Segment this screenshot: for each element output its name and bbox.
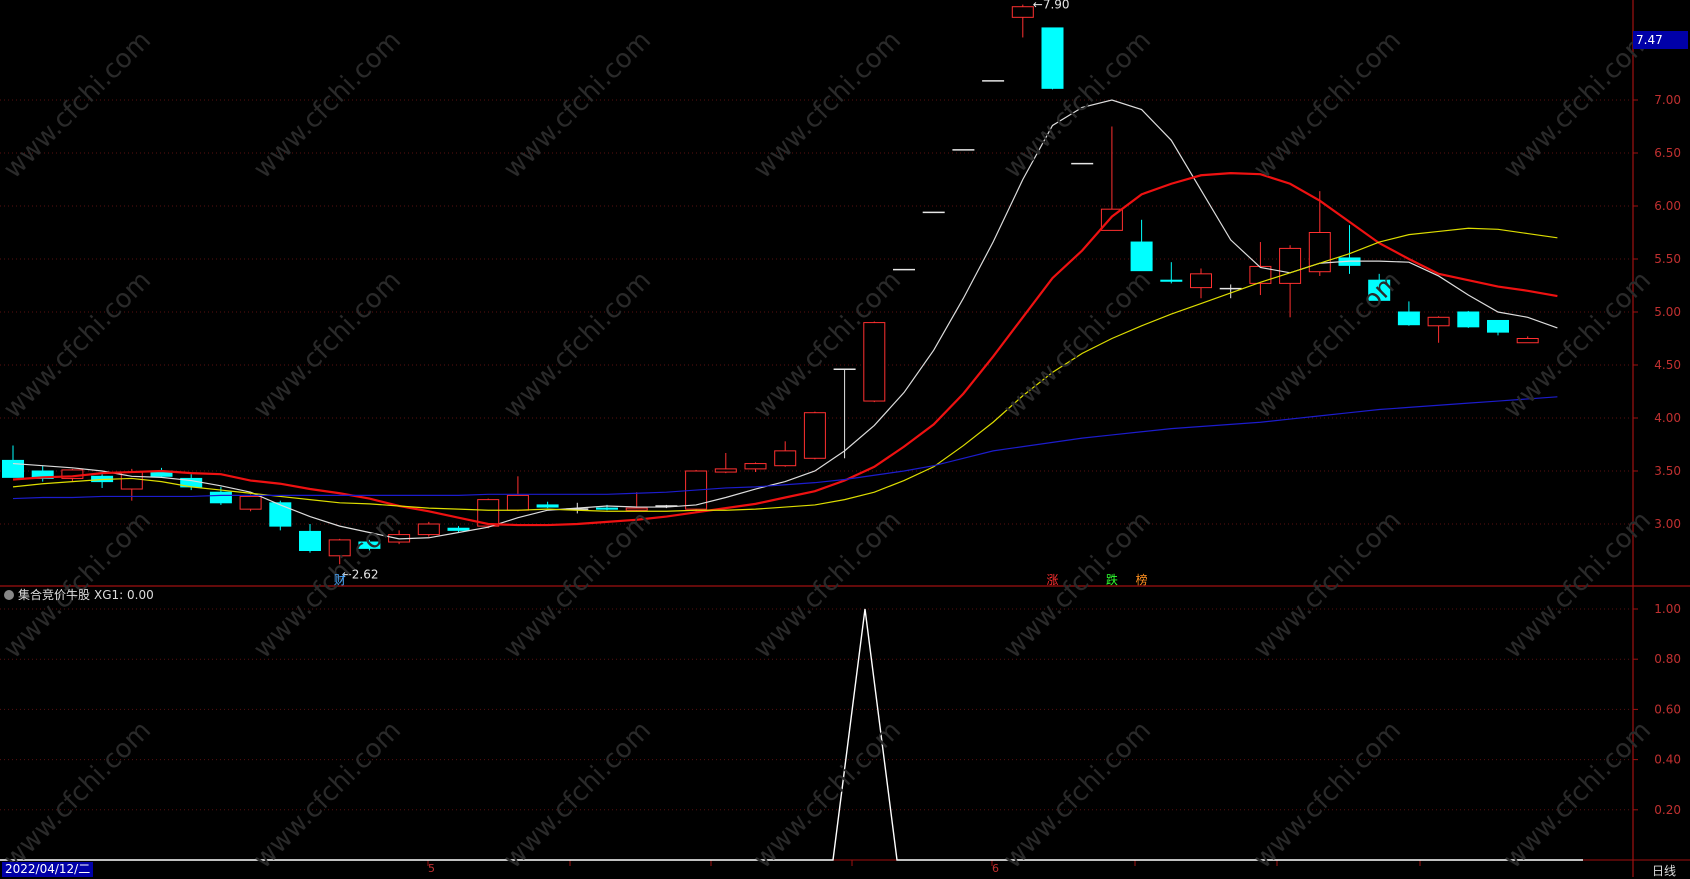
- candle-body: [447, 527, 470, 531]
- indicator-value: XG1: 0.00: [94, 587, 154, 602]
- price-tick-label: 6.50: [1654, 146, 1681, 160]
- indicator-tick-label: 0.20: [1654, 803, 1681, 817]
- candle-body: [1516, 338, 1539, 344]
- last-price-tag: 7.47: [1633, 31, 1688, 49]
- candle-body: [536, 504, 559, 508]
- candle-body: [625, 507, 648, 511]
- indicator-tick-label: 1.00: [1654, 602, 1681, 616]
- candle-body: [417, 523, 440, 536]
- candle-body: [863, 322, 886, 402]
- candle-body: [1041, 27, 1064, 89]
- candle-body: [744, 463, 767, 470]
- candle-body: [714, 468, 737, 473]
- signal-marker[interactable]: 榜: [1136, 571, 1148, 588]
- candle-body: [1160, 279, 1183, 282]
- signal-marker[interactable]: 涨: [1047, 571, 1059, 588]
- high-price-label: ←7.90: [1033, 0, 1070, 12]
- candle-body: [269, 502, 292, 527]
- candle-body: [328, 539, 351, 557]
- candle-body: [803, 412, 826, 459]
- indicator-tick-label: 0.60: [1654, 702, 1681, 716]
- indicator-title[interactable]: 集合竞价牛股 XG1: 0.00: [4, 586, 154, 603]
- price-tick-label: 5.00: [1654, 305, 1681, 319]
- price-tick-label: 4.00: [1654, 411, 1681, 425]
- candle-body: [1457, 311, 1480, 328]
- candle-body: [774, 450, 797, 467]
- indicator-tick-label: 0.40: [1654, 753, 1681, 767]
- price-tick-label: 6.00: [1654, 199, 1681, 213]
- indicator-tick-label: 0.80: [1654, 652, 1681, 666]
- price-tick-label: 3.50: [1654, 464, 1681, 478]
- low-price-label: ←2.62: [342, 567, 379, 581]
- date-cursor-label: 2022/04/12/二: [2, 862, 94, 877]
- price-tick-label: 7.00: [1654, 93, 1681, 107]
- moving-average-line: [12, 99, 1558, 540]
- indicator-line: [0, 608, 1583, 861]
- candle-body: [506, 494, 529, 511]
- candle-body: [299, 530, 321, 551]
- candle-body: [1011, 6, 1034, 18]
- candle-body: [1190, 273, 1212, 289]
- candle-body: [1279, 247, 1302, 284]
- candle-body: [1427, 316, 1450, 327]
- period-label[interactable]: 日线: [1652, 862, 1676, 879]
- candle-body: [358, 541, 381, 549]
- collapse-icon[interactable]: [4, 589, 14, 600]
- signal-marker[interactable]: 财: [334, 571, 346, 588]
- candle-body: [1130, 241, 1153, 272]
- candle-body: [209, 491, 232, 504]
- stock-chart[interactable]: 7.00 6.50 6.00 5.50 5.00 4.50 4.00 3.50 3.00 1.00…: [0, 0, 1690, 877]
- candle-body: [596, 507, 618, 510]
- x-label-month-6: 6: [992, 862, 999, 875]
- price-tick-label: 5.50: [1654, 252, 1681, 266]
- indicator-name: 集合竞价牛股: [18, 588, 91, 602]
- moving-average-line: [12, 172, 1558, 527]
- candle-body: [1487, 319, 1509, 333]
- x-label-month-5: 5: [428, 862, 435, 875]
- price-tick-label: 4.50: [1654, 358, 1681, 372]
- candle-body: [239, 495, 262, 510]
- signal-marker[interactable]: 跌: [1106, 571, 1118, 588]
- candle-body: [1368, 279, 1391, 301]
- candle-body: [1397, 311, 1420, 326]
- price-tick-label: 3.00: [1654, 517, 1681, 531]
- candle-body: [2, 459, 24, 478]
